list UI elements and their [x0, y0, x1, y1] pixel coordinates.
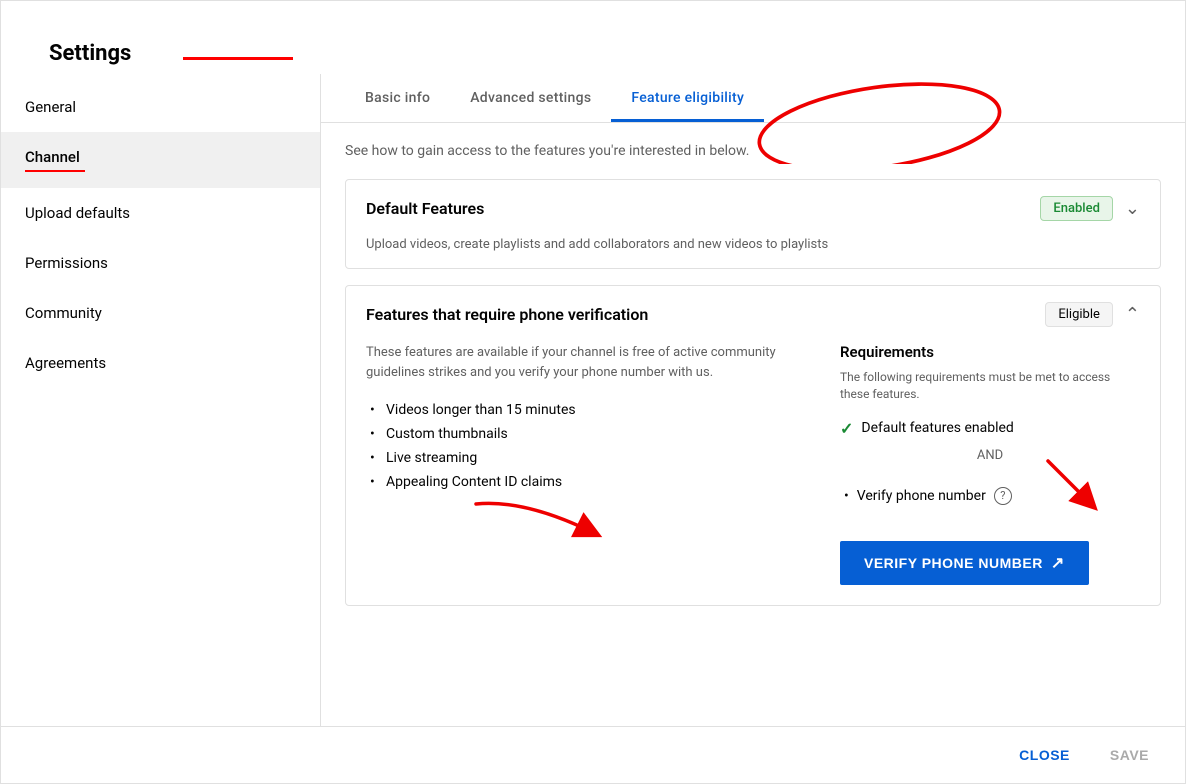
- sidebar-item-general[interactable]: General: [1, 82, 320, 132]
- list-item: Live streaming: [366, 446, 816, 470]
- collapse-chevron-icon[interactable]: ⌃: [1125, 304, 1140, 325]
- external-link-icon: ↗: [1051, 553, 1065, 573]
- phone-card-header: Features that require phone verification…: [346, 286, 1160, 343]
- dialog-body: General Channel Upload defaults Permissi…: [1, 74, 1185, 726]
- requirements-panel: Requirements The following requirements …: [840, 343, 1140, 585]
- phone-description: These features are available if your cha…: [366, 343, 816, 382]
- sidebar-item-channel[interactable]: Channel: [1, 132, 320, 188]
- features-list: Videos longer than 15 minutes Custom thu…: [366, 398, 816, 494]
- page-title: Settings: [25, 21, 155, 74]
- info-icon[interactable]: ?: [994, 487, 1012, 505]
- settings-title-area: Settings: [1, 1, 1185, 74]
- down-arrow-annotation: [1028, 461, 1108, 521]
- requirements-title: Requirements: [840, 343, 1140, 361]
- phone-card-title: Features that require phone verification: [366, 305, 648, 324]
- default-features-subtitle: Upload videos, create playlists and add …: [346, 237, 1160, 268]
- tabs-wrapper: Basic info Advanced settings Feature eli…: [321, 74, 1185, 123]
- dialog-footer: CLOSE SAVE: [1, 726, 1185, 783]
- sidebar-item-agreements[interactable]: Agreements: [1, 338, 320, 388]
- req-item-text: Default features enabled: [861, 420, 1013, 436]
- default-features-header: Default Features Enabled ⌄: [346, 180, 1160, 237]
- verify-phone-button[interactable]: VERIFY PHONE NUMBER ↗: [840, 541, 1089, 585]
- expand-chevron-icon[interactable]: ⌄: [1125, 198, 1140, 219]
- content-description: See how to gain access to the features y…: [345, 143, 1161, 159]
- default-features-title: Default Features: [366, 199, 484, 218]
- settings-dialog: Settings General Channel Upload defaults…: [0, 0, 1186, 784]
- content-area: See how to gain access to the features y…: [321, 123, 1185, 726]
- enabled-badge: Enabled: [1040, 196, 1113, 221]
- check-icon: ✓: [840, 419, 853, 438]
- sidebar-item-community[interactable]: Community: [1, 288, 320, 338]
- tab-feature-eligibility[interactable]: Feature eligibility: [611, 74, 764, 122]
- phone-card-left: These features are available if your cha…: [366, 343, 816, 585]
- verify-btn-label: VERIFY PHONE NUMBER: [864, 555, 1043, 571]
- default-features-header-right: Enabled ⌄: [1040, 196, 1140, 221]
- list-item: Videos longer than 15 minutes: [366, 398, 816, 422]
- tabs-bar: Basic info Advanced settings Feature eli…: [321, 74, 1185, 123]
- title-underline: [183, 57, 293, 60]
- close-button[interactable]: CLOSE: [1007, 739, 1082, 771]
- eligible-badge: Eligible: [1045, 302, 1113, 327]
- req-default-features: ✓ Default features enabled: [840, 419, 1140, 438]
- channel-underline: [25, 170, 85, 172]
- default-features-card: Default Features Enabled ⌄ Upload videos…: [345, 179, 1161, 269]
- req-phone-text: Verify phone number: [857, 488, 986, 504]
- phone-verification-card: Features that require phone verification…: [345, 285, 1161, 606]
- save-button[interactable]: SAVE: [1098, 739, 1161, 771]
- list-item: Custom thumbnails: [366, 422, 816, 446]
- list-item: Appealing Content ID claims: [366, 470, 816, 494]
- sidebar-item-permissions[interactable]: Permissions: [1, 238, 320, 288]
- tab-advanced-settings[interactable]: Advanced settings: [450, 74, 611, 122]
- phone-card-body: These features are available if your cha…: [346, 343, 1160, 605]
- phone-card-header-right: Eligible ⌃: [1045, 302, 1140, 327]
- requirements-description: The following requirements must be met t…: [840, 369, 1140, 403]
- req-verify-phone: Verify phone number ?: [840, 471, 1140, 521]
- arrow-annotation: [466, 494, 666, 554]
- sidebar-item-upload-defaults[interactable]: Upload defaults: [1, 188, 320, 238]
- tab-basic-info[interactable]: Basic info: [345, 74, 450, 122]
- sidebar: General Channel Upload defaults Permissi…: [1, 74, 321, 726]
- main-content: Basic info Advanced settings Feature eli…: [321, 74, 1185, 726]
- arrow-area: [366, 494, 816, 554]
